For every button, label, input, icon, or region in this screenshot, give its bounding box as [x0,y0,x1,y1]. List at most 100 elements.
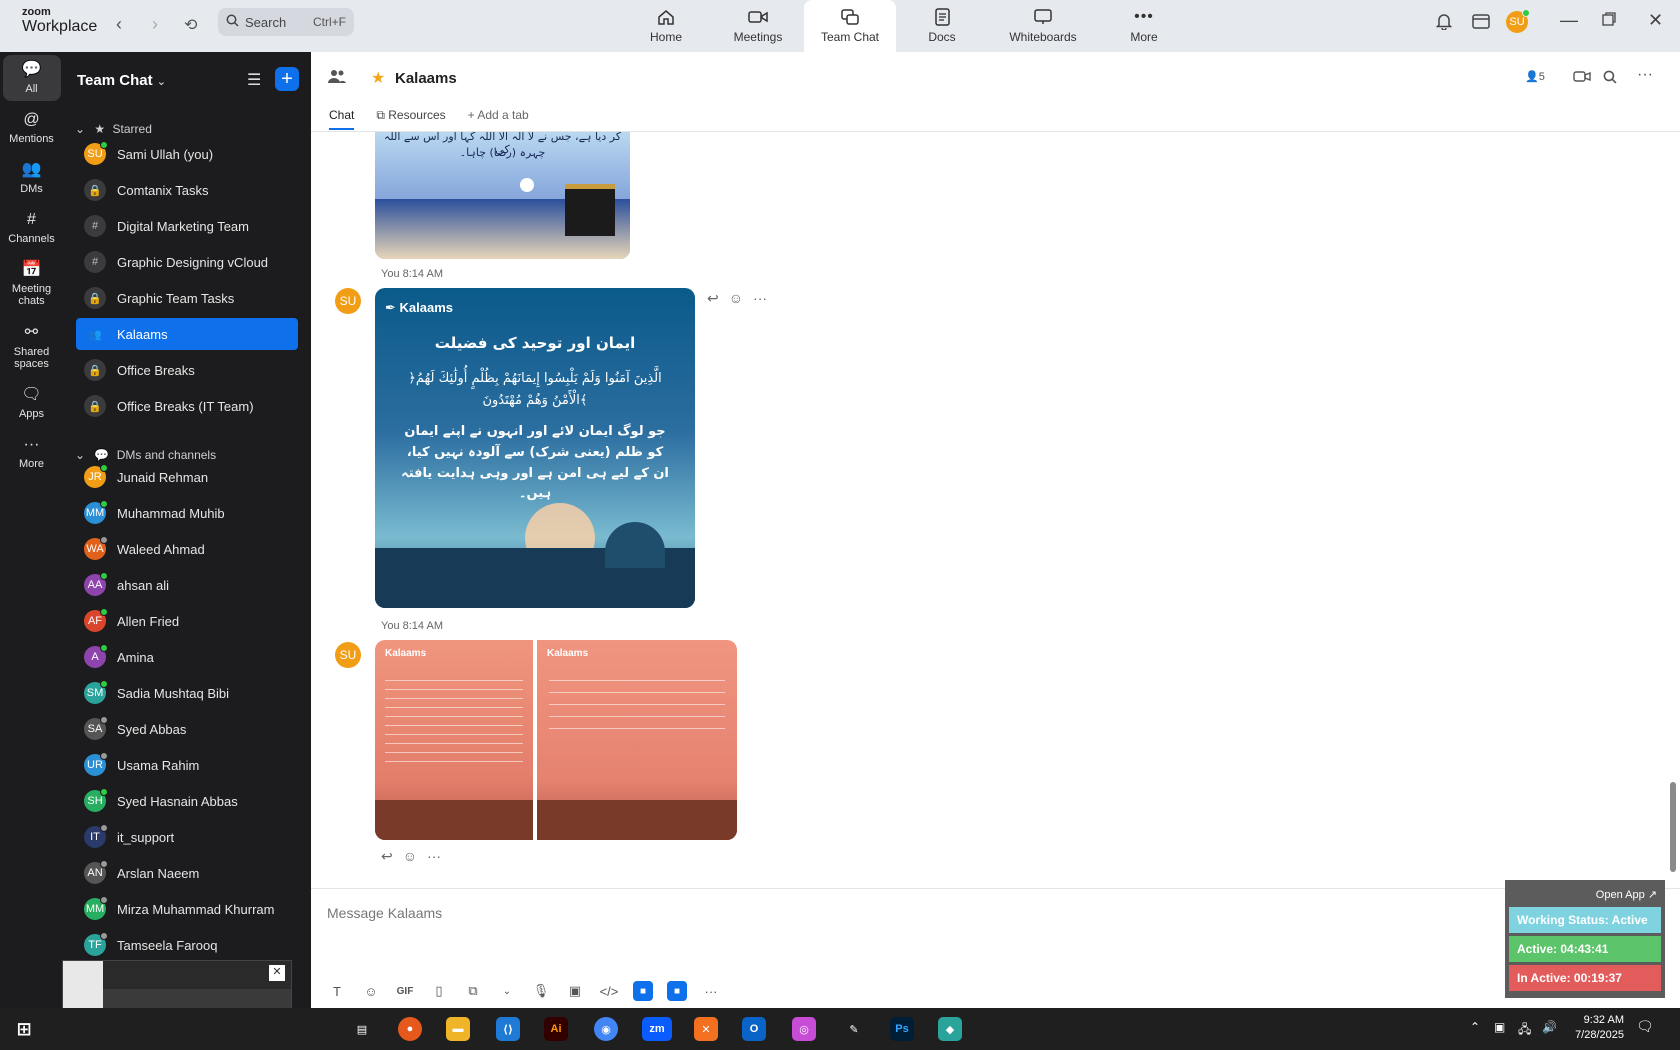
sidebar-item[interactable]: 🔒 Comtanix Tasks [76,174,298,206]
reply-icon[interactable]: ↩ [707,290,719,307]
sidebar-item[interactable]: 🔒 Office Breaks (IT Team) [76,390,298,422]
rail-all[interactable]: 💬 All [2,55,61,102]
rail-shared-spaces[interactable]: ⚯ Shared spaces [3,318,61,376]
code-icon[interactable]: </> [599,981,619,1001]
app-diamond-icon[interactable]: ◆ [938,1017,962,1041]
sidebar-item[interactable]: AA ahsan ali [76,569,298,601]
sidebar-item[interactable]: 🔒 Graphic Team Tasks [76,282,298,314]
close-icon[interactable]: ✕ [1648,10,1663,31]
search-icon[interactable] [1603,70,1617,87]
notifications-icon[interactable]: 🗨 [1636,1018,1654,1035]
emoji-icon[interactable]: ☺ [361,981,381,1001]
group-icon[interactable] [327,68,347,87]
video-call-icon[interactable] [1573,70,1591,86]
sidebar-item[interactable]: TF Tamseela Farooq [76,929,298,961]
chrome-icon[interactable]: ◉ [594,1017,618,1041]
volume-icon[interactable]: 🔊 [1542,1020,1557,1034]
sidebar-item[interactable]: # Digital Marketing Team [76,210,298,242]
task-view-icon[interactable]: ▤ [350,1017,374,1041]
firefox-icon[interactable]: ● [398,1017,422,1041]
author-avatar[interactable]: SU [335,642,361,668]
file-icon[interactable]: ▯ [429,981,449,1001]
tab-chat[interactable]: Chat [329,108,355,130]
history-icon[interactable]: ⟲ [184,15,197,35]
tray-app-icon[interactable]: ▣ [1494,1020,1505,1034]
emoji-icon[interactable]: ☺ [403,848,417,865]
windows-start-icon[interactable]: ⊞ [12,1017,36,1041]
tab-team-chat[interactable]: Team Chat [804,0,896,52]
more-icon[interactable]: ··· [753,290,767,307]
channel-title[interactable]: Kalaams [395,70,457,87]
chat-app-icon[interactable]: ■ [667,981,687,1001]
new-chat-button[interactable]: + [275,67,299,91]
sidebar-item[interactable]: AF Allen Fried [76,605,298,637]
sidebar-item[interactable]: UR Usama Rahim [76,749,298,781]
bell-icon[interactable] [1435,12,1453,33]
tray-chevron-icon[interactable]: ⌃ [1470,1020,1480,1034]
rail-channels[interactable]: # Channels [3,205,61,251]
rail-more[interactable]: ··· More [3,430,61,476]
close-icon[interactable]: ✕ [269,965,285,981]
star-icon[interactable]: ★ [371,68,385,88]
rail-meeting-chats[interactable]: 📅 Meeting chats [3,255,61,313]
format-text-icon[interactable]: T [327,981,347,1001]
message-image[interactable]: Kalaams [537,640,737,840]
rail-mentions[interactable]: @ Mentions [3,105,61,151]
more-icon[interactable]: ··· [701,981,721,1001]
sidebar-item[interactable]: A Amina [76,641,298,673]
microphone-icon[interactable]: 🎙 [531,981,551,1001]
network-icon[interactable]: 🖧 [1518,1020,1531,1041]
search-box[interactable]: Search Ctrl+F [218,8,354,36]
message-scrollbar[interactable] [1670,782,1676,872]
open-app-link[interactable]: Open App ↗ [1509,884,1661,907]
starred-section-header[interactable]: ⌄ ★ Starred [75,122,152,136]
member-count[interactable]: 👤5 [1525,70,1545,83]
chevron-down-icon[interactable]: ⌄ [497,981,517,1001]
sidebar-item[interactable]: # Graphic Designing vCloud [76,246,298,278]
emoji-icon[interactable]: ☺ [729,290,743,307]
sidebar-item[interactable]: IT it_support [76,821,298,853]
sidebar-item[interactable]: SU Sami Ullah (you) [76,138,298,170]
sidebar-item[interactable]: 👥 Kalaams [76,318,298,350]
sidebar-item[interactable]: AN Arslan Naeem [76,857,298,889]
outlook-icon[interactable]: O [742,1017,766,1041]
zoom-taskbar-icon[interactable]: zm [642,1017,672,1041]
system-clock[interactable]: 9:32 AM 7/28/2025 [1575,1013,1624,1044]
message-image[interactable]: کر دیا ہے، جس نے لا الٰہ الا اللہ کہا او… [375,132,630,259]
sidebar-item[interactable]: MM Mirza Muhammad Khurram [76,893,298,925]
user-avatar[interactable]: SU [1506,9,1530,33]
sidebar-item[interactable]: SH Syed Hasnain Abbas [76,785,298,817]
more-icon[interactable]: ··· [427,848,441,865]
restore-icon[interactable] [1602,12,1616,29]
tab-resources[interactable]: ⧉ Resources [376,108,445,130]
filter-icon[interactable]: ☰ [247,70,261,90]
illustrator-icon[interactable]: Ai [544,1017,568,1041]
more-options-icon[interactable]: ··· [1637,66,1653,84]
app-icon[interactable]: ■ [633,981,653,1001]
tab-docs[interactable]: Docs [896,0,988,52]
screenshot-icon[interactable]: ⧉ [463,981,483,1001]
minimize-icon[interactable]: — [1560,10,1578,31]
photoshop-icon[interactable]: Ps [890,1017,914,1041]
message-image[interactable]: ✒ Kalaams ایمان اور توحید کی فضیلت ﴿الَّ… [375,288,695,608]
calendar-icon[interactable] [1472,12,1490,32]
vscode-icon[interactable]: ⟨⟩ [496,1017,520,1041]
sidebar-item[interactable]: SA Syed Abbas [76,713,298,745]
sidebar-item[interactable]: JR Junaid Rehman [76,461,298,493]
back-arrow-icon[interactable]: ‹ [116,14,122,35]
sidebar-title[interactable]: Team Chat ⌄ [77,72,166,89]
video-message-icon[interactable]: ▣ [565,981,585,1001]
sidebar-item[interactable]: WA Waleed Ahmad [76,533,298,565]
forward-arrow-icon[interactable]: › [152,14,158,35]
file-explorer-icon[interactable]: ▬ [446,1017,470,1041]
gif-icon[interactable]: GIF [395,981,415,1001]
tab-home[interactable]: Home [620,0,712,52]
author-avatar[interactable]: SU [335,288,361,314]
reply-icon[interactable]: ↩ [381,848,393,865]
rail-apps[interactable]: 🗨 Apps [3,380,61,426]
creative-cloud-icon[interactable]: ◎ [792,1017,816,1041]
message-input[interactable]: Message Kalaams [327,905,442,921]
tab-meetings[interactable]: Meetings [712,0,804,52]
sidebar-item[interactable]: 🔒 Office Breaks [76,354,298,386]
xampp-icon[interactable]: ✕ [694,1017,718,1041]
